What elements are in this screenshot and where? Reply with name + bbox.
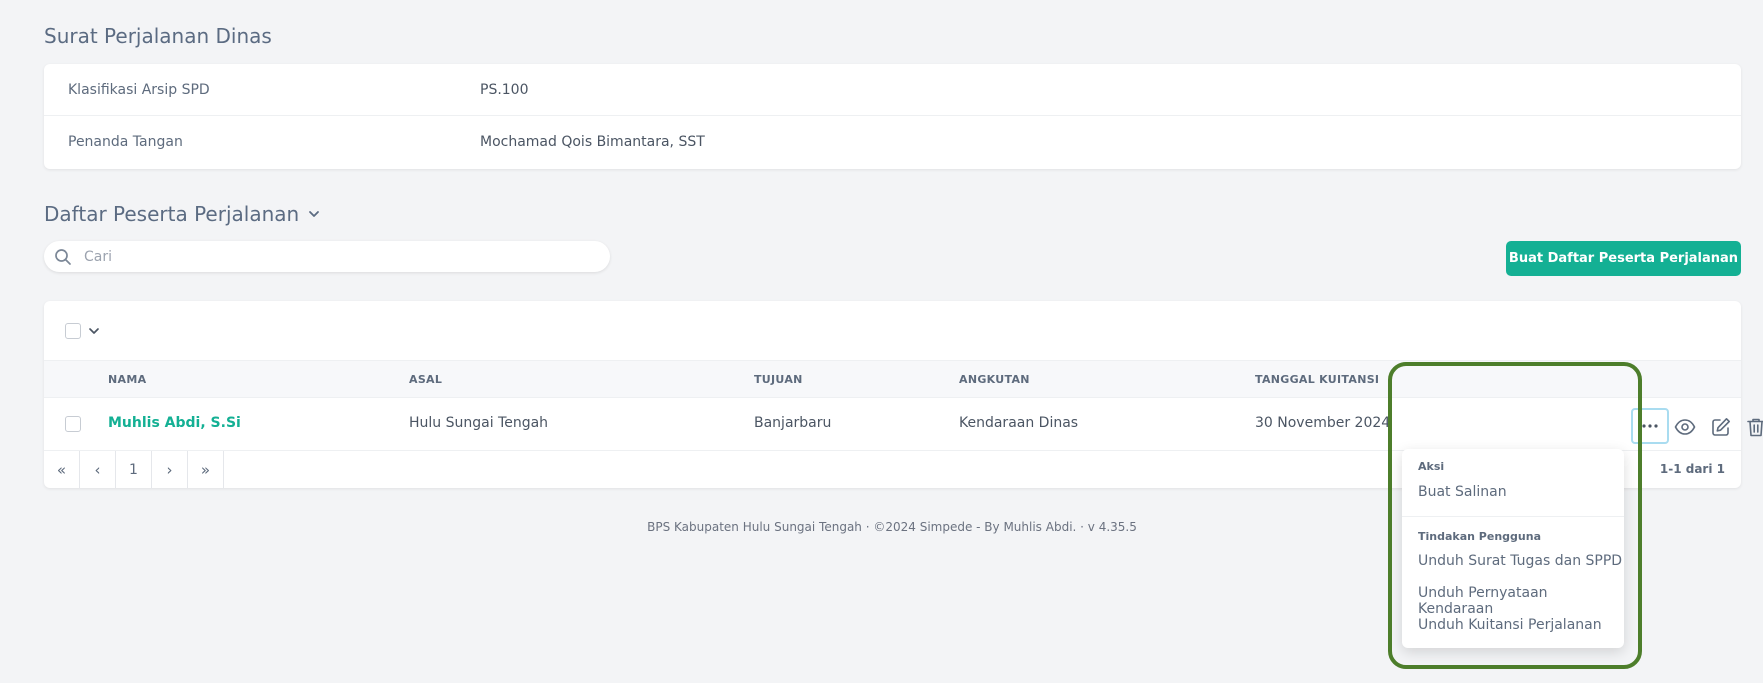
column-header-tanggal-kuitansi[interactable]: TANGGAL KUITANSI — [1255, 373, 1379, 386]
chevron-down-icon[interactable] — [88, 325, 100, 337]
menu-item-unduh-surat-tugas[interactable]: Unduh Surat Tugas dan SPPD — [1418, 553, 1622, 569]
table-header: NAMA ASAL TUJUAN ANGKUTAN TANGGAL KUITAN… — [44, 361, 1741, 398]
section-title-label: Daftar Peserta Perjalanan — [44, 202, 300, 226]
cell-tanggal-kuitansi: 30 November 2024 — [1255, 415, 1391, 431]
dropdown-divider — [1402, 516, 1624, 517]
search-icon — [55, 249, 71, 265]
cell-tujuan: Banjarbaru — [754, 415, 832, 431]
menu-item-buat-salinan[interactable]: Buat Salinan — [1418, 484, 1507, 500]
column-header-angkutan[interactable]: ANGKUTAN — [959, 373, 1030, 386]
menu-item-unduh-pernyataan-kendaraan[interactable]: Unduh Pernyataan Kendaraan — [1418, 585, 1624, 617]
cell-asal: Hulu Sungai Tengah — [409, 415, 549, 431]
actions-dropdown-menu: Aksi Buat Salinan Tindakan Pengguna Undu… — [1402, 449, 1624, 648]
create-participant-list-button[interactable]: Buat Daftar Peserta Perjalanan — [1506, 241, 1741, 276]
detail-value: Mochamad Qois Bimantara, SST — [480, 134, 705, 150]
pagination-last[interactable]: » — [188, 451, 224, 488]
pagination-info: 1-1 dari 1 — [1659, 462, 1725, 476]
row-checkbox[interactable] — [65, 416, 81, 432]
participant-name-link[interactable]: Muhlis Abdi, S.Si — [108, 415, 241, 431]
column-header-asal[interactable]: ASAL — [409, 373, 442, 386]
detail-card: Klasifikasi Arsip SPD PS.100 Penanda Tan… — [44, 64, 1741, 169]
detail-row-klasifikasi: Klasifikasi Arsip SPD PS.100 — [44, 64, 1741, 116]
search-input[interactable] — [84, 241, 584, 272]
pagination-page-1[interactable]: 1 — [116, 451, 152, 488]
column-header-tujuan[interactable]: TUJUAN — [754, 373, 803, 386]
ellipsis-icon — [1642, 424, 1658, 428]
pagination-prev[interactable]: ‹ — [80, 451, 116, 488]
table-row: Muhlis Abdi, S.Si Hulu Sungai Tengah Ban… — [44, 398, 1763, 451]
search-bar — [44, 241, 610, 272]
detail-row-penanda-tangan: Penanda Tangan Mochamad Qois Bimantara, … — [44, 116, 1741, 168]
more-actions-button[interactable] — [1631, 408, 1669, 444]
detail-label: Klasifikasi Arsip SPD — [68, 81, 210, 98]
cell-angkutan: Kendaraan Dinas — [959, 415, 1079, 431]
table-toolbar — [44, 301, 1741, 361]
edit-icon[interactable] — [1710, 416, 1732, 438]
pagination-next[interactable]: › — [152, 451, 188, 488]
dropdown-heading-aksi: Aksi — [1418, 460, 1445, 473]
pagination-first[interactable]: « — [44, 451, 80, 488]
detail-value: PS.100 — [480, 81, 529, 98]
eye-icon[interactable] — [1674, 416, 1696, 438]
chevron-down-icon — [309, 211, 320, 217]
select-all-checkbox[interactable] — [65, 323, 81, 339]
detail-label: Penanda Tangan — [68, 134, 183, 150]
column-header-nama[interactable]: NAMA — [108, 373, 146, 386]
trash-icon[interactable] — [1745, 416, 1763, 438]
page-title: Surat Perjalanan Dinas — [44, 24, 272, 48]
section-title-participants[interactable]: Daftar Peserta Perjalanan — [44, 202, 321, 226]
menu-item-unduh-kuitansi[interactable]: Unduh Kuitansi Perjalanan — [1418, 617, 1602, 633]
dropdown-heading-tindakan-pengguna: Tindakan Pengguna — [1418, 530, 1541, 543]
